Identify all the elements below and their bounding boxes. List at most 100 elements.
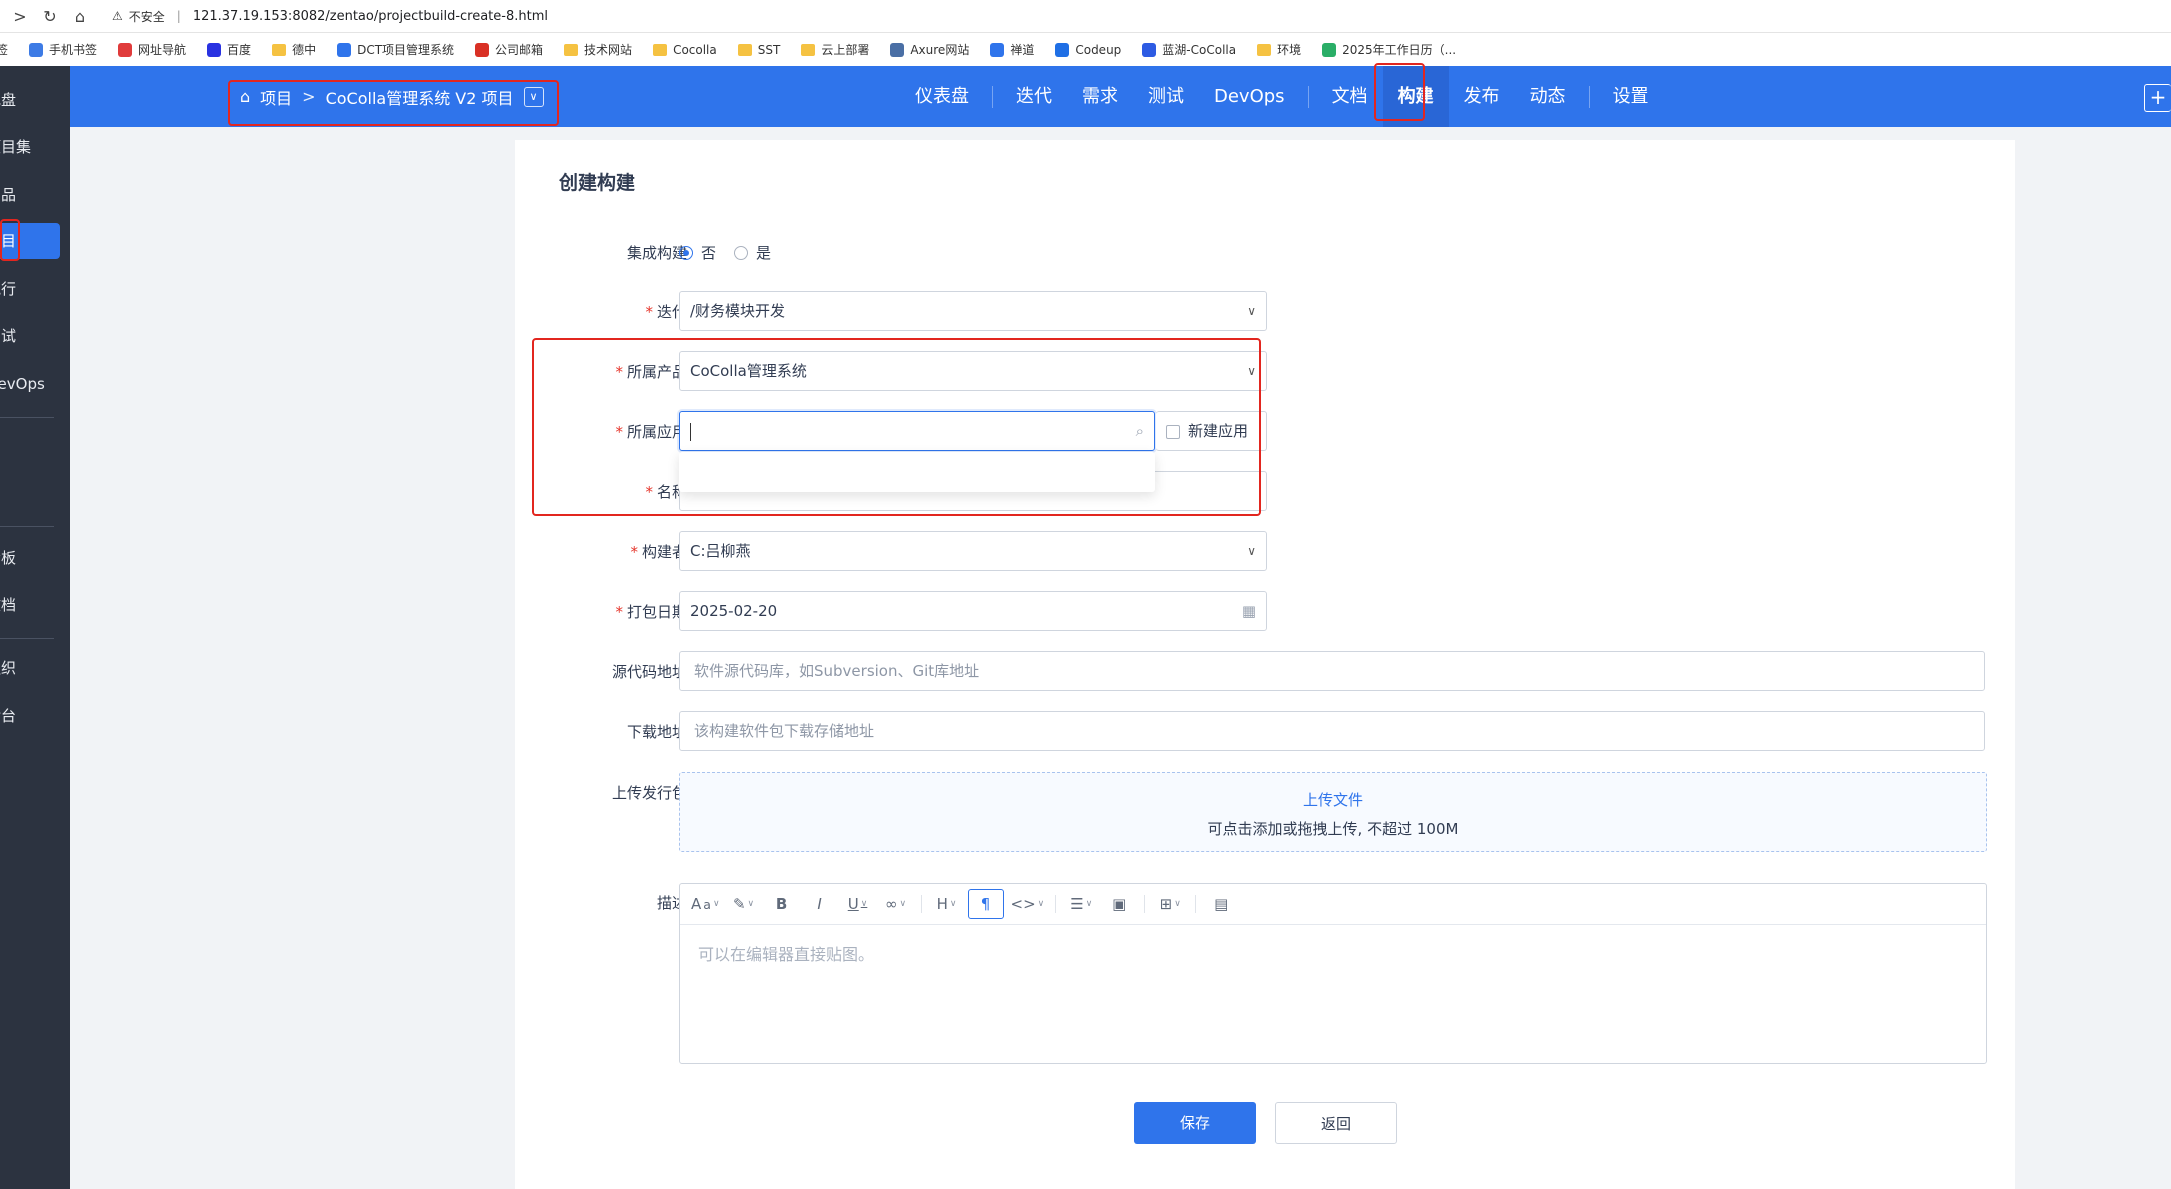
sidebar-item-program[interactable]: 项目集 xyxy=(0,129,70,165)
sidebar-item-kanban[interactable]: 看板 xyxy=(0,540,70,576)
date-value: 2025-02-20 xyxy=(690,602,778,620)
breadcrumb-project[interactable]: CoColla管理系统 V2 项目 xyxy=(326,85,514,109)
mail-icon xyxy=(475,42,490,57)
breadcrumb-root[interactable]: 项目 xyxy=(260,85,292,109)
heading-icon[interactable]: H ∨ xyxy=(930,890,964,918)
bookmark-item[interactable]: 禅道 xyxy=(990,41,1034,58)
bookmark-item[interactable]: 技术网站 xyxy=(564,41,632,58)
bookmark-item[interactable]: 蓝湖-CoColla xyxy=(1142,41,1236,58)
folder-icon xyxy=(801,43,816,56)
nav-tab[interactable]: 动态 xyxy=(1515,66,1581,127)
bookmark-item[interactable]: 2025年工作日历（... xyxy=(1322,41,1456,58)
nav-divider xyxy=(1588,85,1590,108)
top-navbar: ⌂ 项目 > CoColla管理系统 V2 项目 ∨ 仪表盘 迭代 需求 测试 DevO… xyxy=(70,66,2171,127)
zentao-icon xyxy=(990,42,1005,57)
image-icon[interactable]: ▣ xyxy=(1102,890,1136,918)
nav-tab[interactable]: 发布 xyxy=(1449,66,1515,127)
create-button[interactable]: + xyxy=(2144,84,2171,112)
template-icon[interactable]: ▤ xyxy=(1204,890,1238,918)
code-icon[interactable]: <> ∨ xyxy=(1008,890,1048,918)
nav-tab[interactable]: 仪表盘 xyxy=(900,66,984,127)
bookmark-item[interactable]: SST xyxy=(737,42,781,57)
home-icon[interactable]: ⌂ xyxy=(70,6,90,26)
product-select[interactable]: CoColla管理系统 ∨ xyxy=(679,351,1267,391)
new-app-toggle[interactable]: 新建应用 xyxy=(1156,411,1267,451)
baidu-icon xyxy=(207,42,222,57)
nav-tab[interactable]: DevOps xyxy=(1199,66,1300,127)
nav-tab[interactable]: 文档 xyxy=(1317,66,1383,127)
bookmark-item[interactable]: 环境 xyxy=(1257,41,1301,58)
integrated-no-radio[interactable]: 否 xyxy=(679,242,716,263)
nav-tab[interactable]: 构建 xyxy=(1382,66,1449,127)
upload-file-link[interactable]: 上传文件 xyxy=(680,789,1986,810)
bookmark-label: SST xyxy=(757,42,781,57)
reload-icon[interactable]: ↻ xyxy=(40,6,60,26)
builder-select[interactable]: C:吕柳燕 ∨ xyxy=(679,531,1267,571)
security-indicator[interactable]: ⚠ 不安全 | 121.37.19.153:8082/zentao/projec… xyxy=(112,8,548,25)
font-size-icon[interactable]: Aa ∨ xyxy=(688,890,723,918)
italic-icon[interactable]: I xyxy=(803,890,837,918)
sidebar-item-devops[interactable]: DevOps xyxy=(0,366,70,402)
download-path-input[interactable]: 该构建软件包下载存储地址 xyxy=(679,711,1985,751)
app-dropdown-menu[interactable] xyxy=(679,452,1155,492)
paragraph-icon[interactable]: ¶ xyxy=(967,889,1004,919)
sidebar-item-product[interactable]: 产品 xyxy=(0,177,70,213)
link-icon[interactable]: ∞ ∨ xyxy=(879,890,913,918)
sidebar-item-admin[interactable]: 后台 xyxy=(0,698,70,734)
bookmark-item[interactable]: 网址导航 xyxy=(118,41,186,58)
warning-icon: ⚠ xyxy=(112,9,123,23)
desc-editor[interactable]: Aa ∨ ✎ ∨ B I U ∨ ∞ ∨ H ∨ ¶ <> ∨ ☰ ∨ ▣ ⊞ ∨ ▤ 可以在编… xyxy=(679,883,1987,1064)
bookmark-item[interactable]: 公司邮箱 xyxy=(475,41,543,58)
back-button[interactable]: 返回 xyxy=(1275,1102,1397,1144)
chevron-right-icon: > xyxy=(302,87,316,106)
upload-dropzone[interactable]: 上传文件 可点击添加或拖拽上传, 不超过 100M xyxy=(679,772,1987,852)
bookmark-item[interactable]: 百度 xyxy=(207,41,251,58)
scm-path-input[interactable]: 软件源代码库，如Subversion、Git库地址 xyxy=(679,651,1985,691)
bookmark-label: 禅道 xyxy=(1010,43,1035,57)
chevron-down-icon: ∨ xyxy=(1247,544,1256,558)
back-icon[interactable]: > xyxy=(10,6,30,26)
calendar-icon: ▦ xyxy=(1241,602,1256,620)
sidebar-item-company[interactable]: 组织 xyxy=(0,650,70,686)
bold-icon[interactable]: B xyxy=(765,890,799,918)
radio-unchecked-icon xyxy=(734,245,749,260)
bookmark-item[interactable]: 云上部署 xyxy=(801,41,869,58)
bookmark-item[interactable]: Codeup xyxy=(1055,42,1121,57)
execution-select[interactable]: /财务模块开发 ∨ xyxy=(679,291,1267,331)
sidebar-item-label: 测试 xyxy=(0,327,17,345)
app-search-input[interactable]: ⌕ xyxy=(679,411,1155,451)
nav-tab[interactable]: 测试 xyxy=(1133,66,1199,127)
save-button[interactable]: 保存 xyxy=(1134,1102,1256,1144)
sidebar-item-ai[interactable]: AI xyxy=(0,428,70,464)
toolbar-divider xyxy=(1055,895,1057,913)
sidebar-item-bi[interactable]: BI xyxy=(0,475,70,511)
folder-icon xyxy=(737,43,752,56)
module-nav: 仪表盘 迭代 需求 测试 DevOps 文档 构建 发布 动态 设置 xyxy=(900,66,1664,127)
text-color-icon[interactable]: ✎ ∨ xyxy=(727,890,761,918)
sidebar-item-doc[interactable]: 文档 xyxy=(0,587,70,623)
integrated-yes-radio[interactable]: 是 xyxy=(734,242,771,263)
bookmark-item[interactable]: 德中 xyxy=(272,41,316,58)
nav-tab[interactable]: 需求 xyxy=(1067,66,1133,127)
bookmark-item[interactable]: 签 xyxy=(0,41,8,58)
sidebar-item-my[interactable]: 地盘 xyxy=(0,82,70,118)
bookmark-item[interactable]: 手机书签 xyxy=(29,41,97,58)
name-label: * 名称 xyxy=(645,483,687,501)
table-icon[interactable]: ⊞ ∨ xyxy=(1153,890,1187,918)
bookmark-item[interactable]: DCT项目管理系统 xyxy=(337,41,454,58)
sidebar-item-label: 组织 xyxy=(0,659,17,677)
bookmark-item[interactable]: Axure网站 xyxy=(890,41,969,58)
nav-tab[interactable]: 迭代 xyxy=(1001,66,1067,127)
nav-tab[interactable]: 设置 xyxy=(1598,66,1664,127)
sidebar-item-execution[interactable]: 执行 xyxy=(0,271,70,307)
sidebar-item-qa[interactable]: 测试 xyxy=(0,318,70,354)
sidebar-item-project[interactable]: 项目 xyxy=(0,223,60,259)
list-icon[interactable]: ☰ ∨ xyxy=(1064,890,1098,918)
chevron-down-icon[interactable]: ∨ xyxy=(523,86,544,107)
bookmark-label: 德中 xyxy=(292,43,317,57)
date-picker[interactable]: 2025-02-20 ▦ xyxy=(679,591,1267,631)
url-text[interactable]: 121.37.19.153:8082/zentao/projectbuild-c… xyxy=(193,9,548,24)
underline-icon[interactable]: U ∨ xyxy=(841,890,875,918)
bookmark-label: Cocolla xyxy=(673,42,717,57)
bookmark-item[interactable]: Cocolla xyxy=(653,43,717,57)
